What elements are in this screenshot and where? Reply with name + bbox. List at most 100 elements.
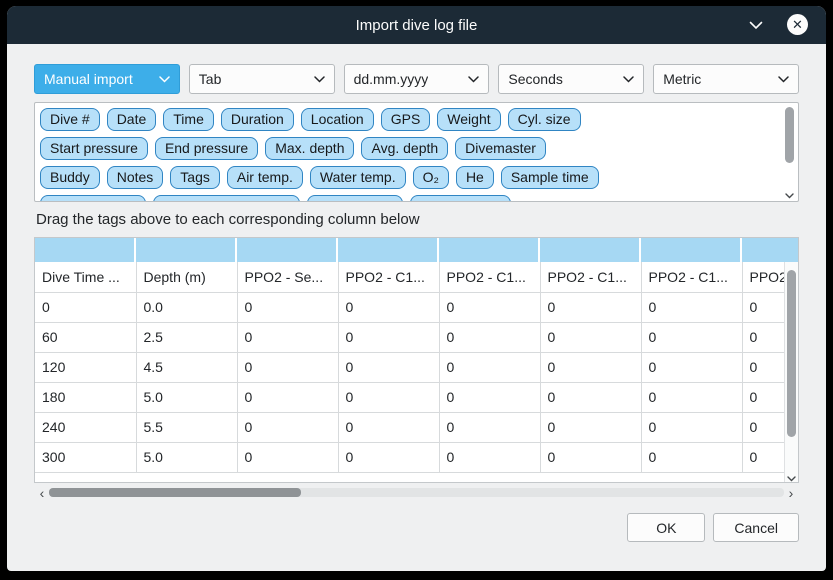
column-header: PPO2 - C1... bbox=[338, 262, 439, 292]
table-vertical-scrollbar-thumb[interactable] bbox=[787, 270, 796, 437]
ok-button[interactable]: OK bbox=[627, 513, 705, 542]
tag-he[interactable]: He bbox=[456, 166, 494, 189]
cell: 0 bbox=[540, 322, 641, 352]
tag-cyl-size[interactable]: Cyl. size bbox=[508, 108, 581, 131]
cell: 0 bbox=[742, 412, 784, 442]
cell: 0 bbox=[35, 292, 136, 322]
cell: 0 bbox=[540, 442, 641, 472]
drop-target-1[interactable] bbox=[136, 238, 237, 262]
tag-weight[interactable]: Weight bbox=[437, 108, 500, 131]
cell: 5.0 bbox=[136, 382, 237, 412]
tag-list: Dive # Date Time Duration Location GPS Weight C… bbox=[40, 108, 776, 202]
combo-dd-mm-yyyy[interactable]: dd.mm.yyyy bbox=[344, 64, 490, 94]
cell: 0 bbox=[237, 322, 338, 352]
cell: 0 bbox=[338, 322, 439, 352]
combo-seconds[interactable]: Seconds bbox=[498, 64, 644, 94]
table-row: 1805.0000000 bbox=[35, 382, 784, 412]
import-dialog-window: Import dive log file ✕ Manual import Tab d… bbox=[7, 6, 826, 571]
column-header: PPO2 - Se... bbox=[237, 262, 338, 292]
tag-location[interactable]: Location bbox=[301, 108, 374, 131]
table-scroll-down-icon[interactable] bbox=[785, 476, 798, 482]
chevron-down-icon bbox=[623, 76, 634, 83]
cell: 0 bbox=[338, 292, 439, 322]
table-row: 3005.0000000 bbox=[35, 442, 784, 472]
cell: 0 bbox=[540, 292, 641, 322]
drag-hint-label: Drag the tags above to each correspondin… bbox=[36, 211, 799, 228]
tag-pool-scrollbar-thumb[interactable] bbox=[785, 107, 794, 163]
scroll-left-icon[interactable]: ‹ bbox=[36, 485, 48, 500]
tag-time[interactable]: Time bbox=[163, 108, 214, 131]
window-title: Import dive log file bbox=[356, 17, 478, 34]
cell: 2.5 bbox=[136, 322, 237, 352]
tag-pool-scrollbar[interactable] bbox=[783, 105, 796, 199]
cell: 0 bbox=[540, 412, 641, 442]
tag-dive[interactable]: Dive # bbox=[40, 108, 100, 131]
cell: 0 bbox=[439, 292, 540, 322]
drop-target-3[interactable] bbox=[338, 238, 439, 262]
cell: 0 bbox=[439, 412, 540, 442]
cell: 0 bbox=[540, 382, 641, 412]
table-vertical-scrollbar[interactable] bbox=[784, 262, 798, 482]
combo-manual-import[interactable]: Manual import bbox=[34, 64, 180, 94]
tag-buddy[interactable]: Buddy bbox=[40, 166, 100, 189]
drop-target-0[interactable] bbox=[35, 238, 136, 262]
drop-target-6[interactable] bbox=[641, 238, 742, 262]
combo-metric[interactable]: Metric bbox=[653, 64, 799, 94]
cell: 0 bbox=[742, 292, 784, 322]
table-horizontal-scrollbar[interactable]: ‹ › bbox=[34, 485, 799, 500]
tag-gps[interactable]: GPS bbox=[381, 108, 431, 131]
cell: 0 bbox=[338, 352, 439, 382]
tag-water-temp[interactable]: Water temp. bbox=[310, 166, 406, 189]
cell: 0 bbox=[439, 442, 540, 472]
cancel-button[interactable]: Cancel bbox=[713, 513, 799, 542]
tag-sample-time[interactable]: Sample time bbox=[501, 166, 599, 189]
cell: 0 bbox=[237, 442, 338, 472]
header-row: Dive Time ...Depth (m)PPO2 - Se...PPO2 -… bbox=[35, 262, 784, 292]
chevron-down-icon bbox=[159, 76, 170, 83]
tag-air-temp[interactable]: Air temp. bbox=[227, 166, 303, 189]
tag-date[interactable]: Date bbox=[107, 108, 157, 131]
grid-body: 00.0000000602.50000001204.50000001805.00… bbox=[35, 292, 784, 472]
cell: 0 bbox=[641, 382, 742, 412]
drop-target-4[interactable] bbox=[439, 238, 540, 262]
tag-sample-depth[interactable]: Sample depth bbox=[40, 195, 146, 202]
dialog-content: Manual importTabdd.mm.yyyySecondsMetric … bbox=[7, 44, 826, 542]
cell: 5.0 bbox=[136, 442, 237, 472]
tag-avg-depth[interactable]: Avg. depth bbox=[361, 137, 448, 160]
combo-tab[interactable]: Tab bbox=[189, 64, 335, 94]
cell: 0 bbox=[237, 382, 338, 412]
tag-duration[interactable]: Duration bbox=[221, 108, 294, 131]
tag-start-pressure[interactable]: Start pressure bbox=[40, 137, 148, 160]
titlebar-chevron-down-icon[interactable] bbox=[748, 17, 764, 33]
drop-target-5[interactable] bbox=[540, 238, 641, 262]
tag-sample-po[interactable]: Sample pO₂ bbox=[307, 195, 402, 202]
combo-bar: Manual import Tab dd.mm.yyyy Seconds Metric bbox=[34, 64, 799, 94]
column-header: PPO2 - C1... bbox=[641, 262, 742, 292]
scroll-right-icon[interactable]: › bbox=[785, 485, 797, 500]
tag-o[interactable]: O₂ bbox=[413, 166, 449, 189]
drop-target-7[interactable] bbox=[742, 238, 799, 262]
table-scroll-region: Dive Time ...Depth (m)PPO2 - Se...PPO2 -… bbox=[35, 262, 798, 482]
horizontal-scrollbar-thumb[interactable] bbox=[49, 488, 301, 497]
column-header: PPO2 - C1... bbox=[540, 262, 641, 292]
titlebar: Import dive log file ✕ bbox=[7, 6, 826, 44]
table-row: 00.0000000 bbox=[35, 292, 784, 322]
tag-sample-cns[interactable]: Sample CNS bbox=[410, 195, 511, 202]
cell: 0.0 bbox=[136, 292, 237, 322]
cell: 300 bbox=[35, 442, 136, 472]
tag-end-pressure[interactable]: End pressure bbox=[155, 137, 258, 160]
tag-sample-temperature[interactable]: Sample temperature bbox=[153, 195, 300, 202]
cell: 0 bbox=[641, 412, 742, 442]
close-icon[interactable]: ✕ bbox=[787, 14, 808, 35]
tag-divemaster[interactable]: Divemaster bbox=[455, 137, 546, 160]
drop-target-2[interactable] bbox=[237, 238, 338, 262]
tag-pool-scroll-down-icon[interactable] bbox=[783, 193, 796, 199]
cell: 60 bbox=[35, 322, 136, 352]
combo-value: Tab bbox=[199, 71, 222, 87]
tag-tags[interactable]: Tags bbox=[170, 166, 220, 189]
tag-notes[interactable]: Notes bbox=[107, 166, 164, 189]
cell: 0 bbox=[338, 412, 439, 442]
cell: 4.5 bbox=[136, 352, 237, 382]
tag-max-depth[interactable]: Max. depth bbox=[265, 137, 354, 160]
table-row: 602.5000000 bbox=[35, 322, 784, 352]
